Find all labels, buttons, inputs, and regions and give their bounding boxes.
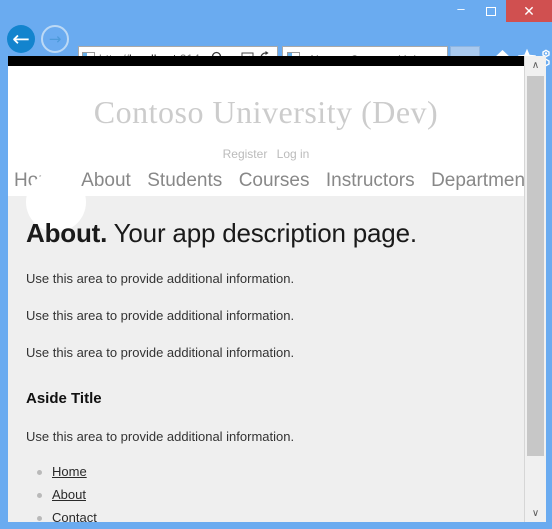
main-navigation: Home About Students Courses Instructors … [8, 170, 524, 192]
window-controls: – ✕ [446, 0, 552, 22]
aside-paragraph: Use this area to provide additional info… [26, 429, 295, 444]
main-content: About. Your app description page. Use th… [8, 196, 524, 522]
scroll-down-icon[interactable]: ∨ [525, 504, 546, 522]
content-paragraph-2: Use this area to provide additional info… [26, 308, 295, 323]
back-arrow-icon: ← [12, 26, 30, 51]
maximize-icon [486, 6, 496, 16]
minimize-icon: – [457, 1, 465, 16]
aside-link-home[interactable]: Home [52, 464, 87, 479]
page-content-area: Contoso University (Dev) Register Log in… [8, 66, 524, 522]
list-item: Home [37, 464, 506, 479]
aside-link-contact[interactable]: Contact [52, 510, 97, 522]
page-title-strong: About. [26, 218, 108, 248]
back-button[interactable]: ← [7, 25, 35, 53]
page-title: About. Your app description page. [26, 196, 506, 249]
content-paragraph-1: Use this area to provide additional info… [26, 271, 295, 286]
site-navbar: Contoso University (Dev) Register Log in… [8, 66, 524, 196]
nav-link-about[interactable]: About [81, 170, 131, 191]
browser-toolbar: ← → http://localhost:214 ▾ [0, 22, 552, 73]
nav-link-departments[interactable]: Departments [431, 170, 524, 191]
auth-links: Register Log in [8, 147, 524, 161]
list-item: About [37, 487, 506, 502]
close-button[interactable]: ✕ [506, 0, 552, 22]
site-brand[interactable]: Contoso University (Dev) [8, 94, 524, 131]
login-link[interactable]: Log in [277, 147, 310, 161]
window-title-bar: – ✕ [0, 0, 552, 22]
nav-link-students[interactable]: Students [147, 170, 222, 191]
nav-link-courses[interactable]: Courses [239, 170, 310, 191]
browser-window: – ✕ ← → http://localhost:214 [0, 0, 552, 529]
content-paragraph-3: Use this area to provide additional info… [26, 345, 295, 360]
aside-title: Aside Title [26, 390, 102, 407]
page-title-rest: Your app description page. [113, 218, 417, 248]
list-item: Contact [37, 510, 506, 522]
forward-arrow-icon: → [48, 29, 62, 48]
forward-button[interactable]: → [41, 25, 69, 53]
aside-link-list: Home About Contact [26, 464, 506, 522]
close-icon: ✕ [523, 3, 535, 19]
register-link[interactable]: Register [223, 147, 268, 161]
page-top-black-bar [8, 56, 524, 66]
scrollbar-thumb[interactable] [527, 76, 544, 456]
vertical-scrollbar[interactable]: ∧ ∨ [524, 56, 546, 522]
scroll-up-icon[interactable]: ∧ [525, 56, 546, 74]
page-viewport: Contoso University (Dev) Register Log in… [8, 56, 546, 522]
nav-link-instructors[interactable]: Instructors [326, 170, 415, 191]
maximize-button[interactable] [476, 0, 506, 22]
aside-link-about[interactable]: About [52, 487, 86, 502]
minimize-button[interactable]: – [446, 0, 476, 22]
